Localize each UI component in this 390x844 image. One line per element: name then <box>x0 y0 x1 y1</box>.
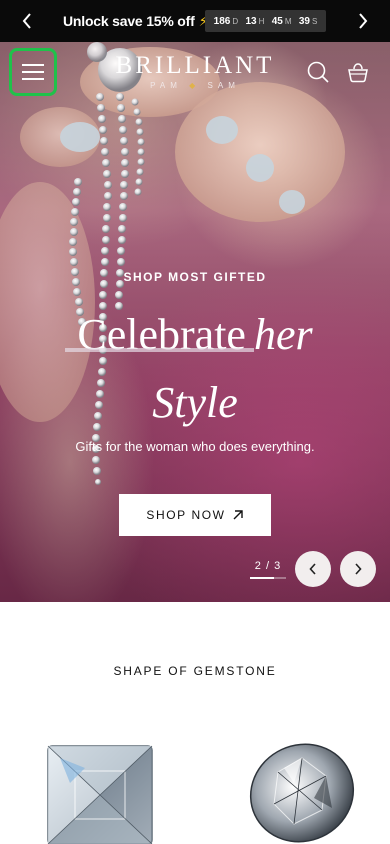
chevron-left-icon <box>309 563 316 575</box>
shop-now-label: SHOP NOW <box>146 508 226 522</box>
slide-next-button[interactable] <box>340 551 376 587</box>
brand-logo[interactable]: BRILLIANT PAM ◆ SAM <box>0 52 390 90</box>
slide-progress <box>250 577 286 579</box>
countdown-days: 186 D <box>213 15 239 27</box>
princess-cut-gem[interactable] <box>40 738 160 844</box>
hero-eyebrow: SHOP MOST GIFTED <box>123 270 267 284</box>
round-cut-gem[interactable] <box>244 738 360 844</box>
cart-button[interactable] <box>346 60 370 84</box>
hero-tagline: Gifts for the woman who does everything. <box>75 439 315 454</box>
announcement-bar: Unlock save 15% off ⚡ 186 D 13 H 45 M 39 S <box>0 0 390 42</box>
slide-pager: 2 / 3 <box>250 560 286 579</box>
announcement-next-button[interactable] <box>342 0 384 42</box>
brand-name: BRILLIANT <box>115 52 275 79</box>
shopping-basket-icon <box>348 63 368 83</box>
countdown-minutes: 45 M <box>271 15 292 27</box>
chevron-right-icon <box>355 563 362 575</box>
diamond-dot-icon: ◆ <box>189 81 201 90</box>
search-button[interactable] <box>306 60 330 84</box>
princess-diamond-image <box>47 745 153 844</box>
chevron-left-icon <box>22 13 31 29</box>
countdown-timer: 186 D 13 H 45 M 39 S <box>205 10 326 32</box>
slide-progress-fill <box>250 577 274 579</box>
countdown-hours: 13 H <box>245 15 265 27</box>
announcement-message[interactable]: Unlock save 15% off ⚡ <box>63 0 208 42</box>
hero-headline: Celebrate her Style <box>77 310 313 427</box>
announcement-prev-button[interactable] <box>6 0 48 42</box>
slide-prev-button[interactable] <box>295 551 331 587</box>
arrow-up-right-icon <box>233 510 243 520</box>
gemstone-section-title: SHAPE OF GEMSTONE <box>113 664 277 678</box>
hero-banner[interactable]: BRILLIANT PAM ◆ SAM SHOP MOST GIFTED Cel… <box>0 42 390 602</box>
round-diamond-image <box>249 743 355 843</box>
brand-subtitle: PAM ◆ SAM <box>150 81 240 90</box>
countdown-seconds: 39 S <box>298 15 318 27</box>
slide-counter: 2 / 3 <box>254 560 282 572</box>
chevron-right-icon <box>359 13 368 29</box>
announcement-text: Unlock save 15% off <box>63 13 195 29</box>
search-icon <box>307 61 329 83</box>
shop-now-button[interactable]: SHOP NOW <box>119 494 271 536</box>
